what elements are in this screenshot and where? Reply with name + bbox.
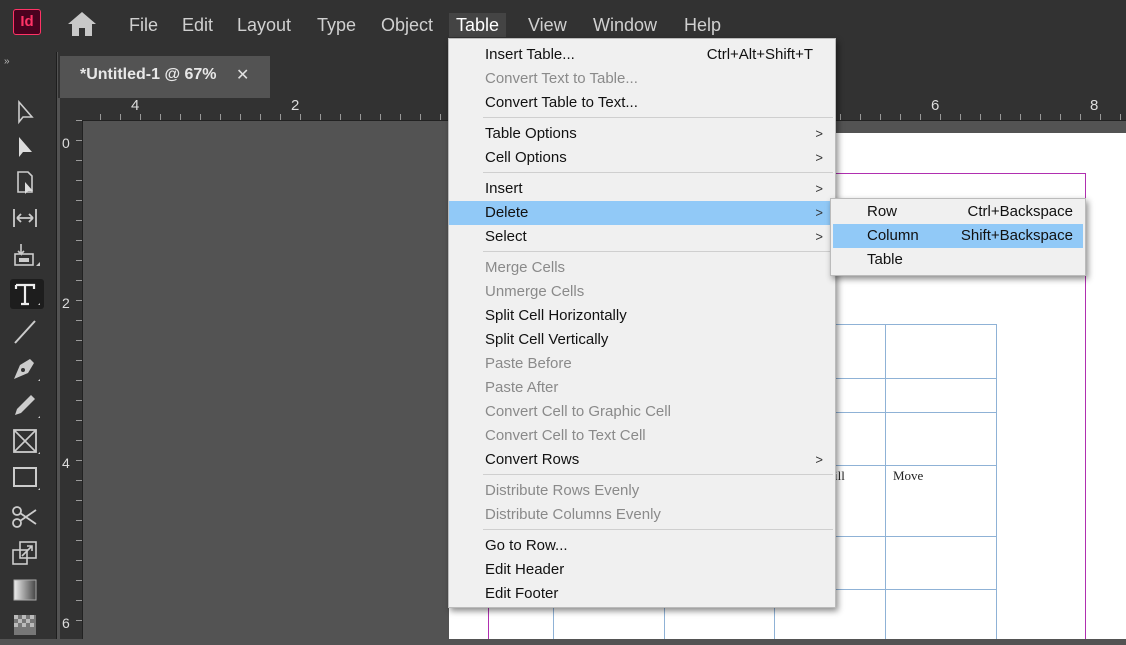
menu-help[interactable]: Help [677, 13, 728, 37]
gradient-feather-tool-icon[interactable] [10, 610, 44, 640]
vertical-ruler[interactable] [60, 120, 83, 639]
page-tool-icon[interactable] [10, 168, 44, 198]
ruler-origin[interactable] [60, 98, 82, 120]
ruler-label: 4 [62, 455, 70, 471]
chevron-right-icon: > [815, 126, 823, 141]
delete-submenu: Row Ctrl+Backspace Column Shift+Backspace … [830, 198, 1086, 276]
selection-tool-icon[interactable] [10, 98, 44, 128]
ruler-label: 0 [62, 135, 70, 151]
menu-item-convert-text-to-table: Convert Text to Table... [485, 70, 638, 87]
table-menu: Insert Table... Ctrl+Alt+Shift+T Convert … [448, 38, 836, 608]
menu-item-convert-cell-to-text: Convert Cell to Text Cell [485, 427, 646, 444]
rectangle-frame-tool-icon[interactable] [10, 426, 44, 456]
menu-item-convert-rows[interactable]: Convert Rows > [449, 448, 835, 472]
menu-item-paste-after: Paste After [485, 379, 559, 396]
submenu-item-delete-table[interactable]: Table [833, 248, 1083, 272]
menu-separator [483, 117, 833, 118]
menu-item-convert-cell-to-graphic: Convert Cell to Graphic Cell [485, 403, 671, 420]
menu-item-split-cell-vertically[interactable]: Split Cell Vertically [449, 328, 835, 352]
menu-item-distribute-columns: Distribute Columns Evenly [485, 506, 661, 523]
scissors-tool-icon[interactable] [10, 502, 44, 532]
direct-selection-tool-icon[interactable] [10, 133, 44, 163]
menu-window[interactable]: Window [586, 13, 664, 37]
menu-item-cell-options[interactable]: Cell Options > [449, 146, 835, 170]
chevron-right-icon: > [815, 205, 823, 220]
table-border [996, 324, 997, 639]
menu-item-convert-table-to-text[interactable]: Convert Table to Text... [449, 91, 835, 115]
menu-item-select[interactable]: Select > [449, 225, 835, 249]
menu-item-go-to-row[interactable]: Go to Row... [449, 534, 835, 558]
ruler-label: 2 [291, 97, 300, 114]
ruler-label: 8 [1090, 97, 1099, 114]
menu-item-edit-footer[interactable]: Edit Footer [449, 582, 835, 606]
content-collector-icon[interactable] [10, 240, 44, 270]
ruler-label: 6 [62, 615, 70, 631]
chevron-right-icon: > [815, 452, 823, 467]
chevron-right-icon: > [815, 150, 823, 165]
panel-collapse-icon[interactable]: » [4, 56, 10, 67]
menu-layout[interactable]: Layout [230, 13, 298, 37]
menu-item-unmerge-cells: Unmerge Cells [485, 283, 585, 300]
menu-item-delete[interactable]: Delete > [449, 201, 835, 225]
menu-type[interactable]: Type [310, 13, 363, 37]
menu-separator [483, 251, 833, 252]
menu-item-split-cell-horizontally[interactable]: Split Cell Horizontally [449, 304, 835, 328]
line-tool-icon[interactable] [10, 317, 44, 347]
type-tool-icon[interactable] [10, 279, 44, 309]
home-icon[interactable] [66, 10, 98, 38]
table-cell-text[interactable]: Move [893, 468, 923, 484]
ruler-label: 6 [931, 97, 940, 114]
menu-separator [483, 474, 833, 475]
close-tab-icon[interactable]: ✕ [236, 65, 249, 85]
menu-item-insert-table[interactable]: Insert Table... Ctrl+Alt+Shift+T [449, 43, 835, 67]
menu-view[interactable]: View [521, 13, 574, 37]
menu-item-merge-cells: Merge Cells [485, 259, 566, 276]
menu-item-insert[interactable]: Insert > [449, 177, 835, 201]
submenu-item-delete-row[interactable]: Row Ctrl+Backspace [833, 200, 1083, 224]
gap-tool-icon[interactable] [10, 203, 44, 233]
menu-file[interactable]: File [122, 13, 165, 37]
chevron-right-icon: > [815, 229, 823, 244]
rectangle-tool-icon[interactable] [10, 462, 44, 492]
table-column-line [885, 324, 886, 639]
menu-object[interactable]: Object [374, 13, 440, 37]
menu-item-paste-before: Paste Before [485, 355, 572, 372]
free-transform-tool-icon[interactable] [10, 538, 44, 568]
document-tab-title[interactable]: *Untitled-1 @ 67% [80, 66, 217, 84]
menu-item-table-options[interactable]: Table Options > [449, 122, 835, 146]
pen-tool-icon[interactable] [10, 353, 44, 383]
ruler-label: 4 [131, 97, 140, 114]
chevron-right-icon: > [815, 181, 823, 196]
submenu-item-delete-column[interactable]: Column Shift+Backspace [833, 224, 1083, 248]
pencil-tool-icon[interactable] [10, 390, 44, 420]
menu-separator [483, 172, 833, 173]
menu-edit[interactable]: Edit [175, 13, 220, 37]
menu-separator [483, 529, 833, 530]
menu-table[interactable]: Table [449, 13, 507, 37]
gradient-swatch-tool-icon[interactable] [10, 575, 44, 605]
app-logo: Id [13, 9, 41, 35]
menu-item-edit-header[interactable]: Edit Header [449, 558, 835, 582]
ruler-label: 2 [62, 295, 70, 311]
menu-item-distribute-rows: Distribute Rows Evenly [485, 482, 640, 499]
